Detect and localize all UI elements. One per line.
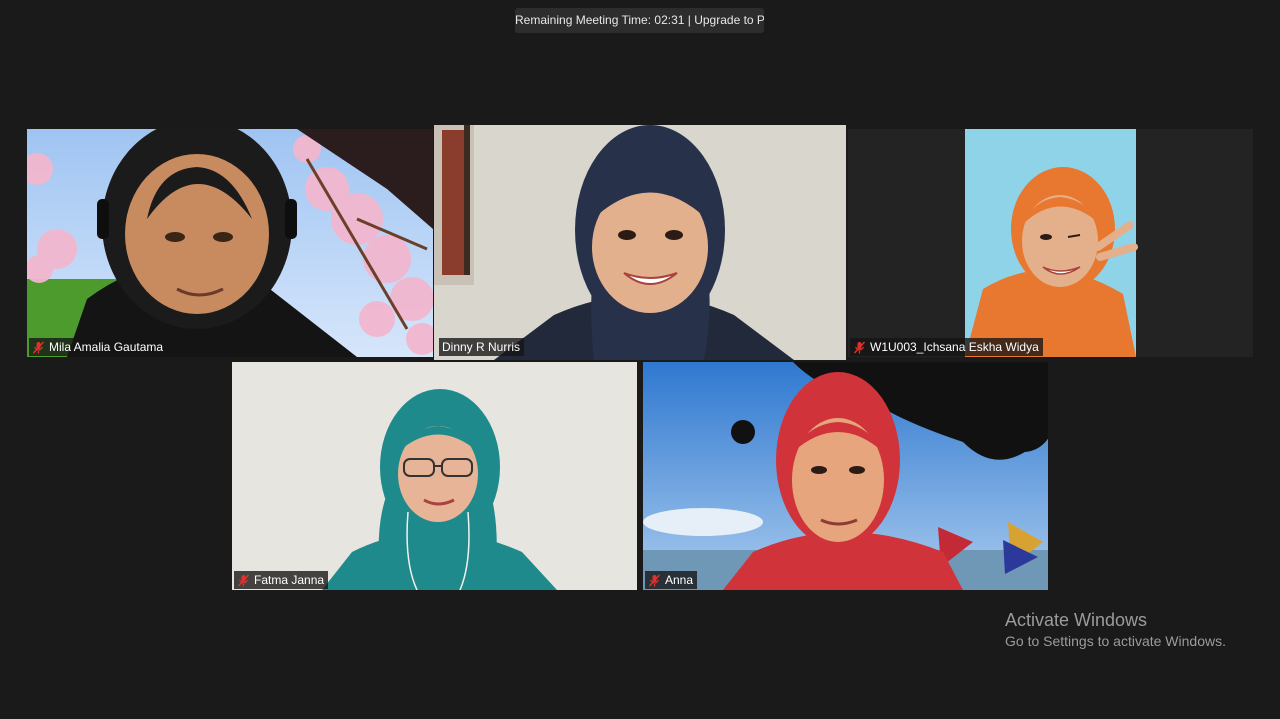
participant-name-tag: W1U003_Ichsana Eskha Widya (850, 338, 1043, 356)
participant-name: Anna (665, 573, 694, 587)
participant-name-tag: Dinny R Nurris (439, 338, 525, 356)
video-tile-anna[interactable]: Anna (643, 362, 1048, 590)
video-feed (643, 362, 1048, 590)
video-tile-ichsana[interactable]: W1U003_Ichsana Eskha Widya (848, 129, 1253, 357)
participant-name: W1U003_Ichsana Eskha Widya (870, 340, 1039, 354)
watermark-subtitle: Go to Settings to activate Windows. (1005, 633, 1226, 649)
watermark-title: Activate Windows (1005, 610, 1148, 630)
meeting-time-banner[interactable]: Remaining Meeting Time: 02:31 | Upgrade … (515, 8, 764, 33)
video-feed (27, 129, 433, 357)
participant-name: Mila Amalia Gautama (49, 340, 164, 354)
participant-name-tag: Fatma Janna (234, 571, 329, 589)
activate-windows-watermark: Activate Windows Go to Settings to activ… (1005, 609, 1226, 650)
microphone-muted-icon (648, 574, 661, 587)
video-feed (232, 362, 637, 590)
microphone-muted-icon (237, 574, 250, 587)
participant-name: Dinny R Nurris (442, 340, 521, 354)
microphone-muted-icon (853, 341, 866, 354)
participant-name: Fatma Janna (254, 573, 325, 587)
meeting-time-text: Remaining Meeting Time: 02:31 | Upgrade … (515, 13, 764, 27)
video-tile-dinny[interactable]: Dinny R Nurris (434, 125, 846, 360)
participant-name-tag: Mila Amalia Gautama (29, 338, 168, 356)
video-tile-mila[interactable]: Mila Amalia Gautama (27, 129, 433, 357)
participant-name-tag: Anna (645, 571, 698, 589)
video-tile-fatma[interactable]: Fatma Janna (232, 362, 637, 590)
video-feed (434, 125, 846, 360)
microphone-muted-icon (32, 341, 45, 354)
video-feed (848, 129, 1253, 357)
